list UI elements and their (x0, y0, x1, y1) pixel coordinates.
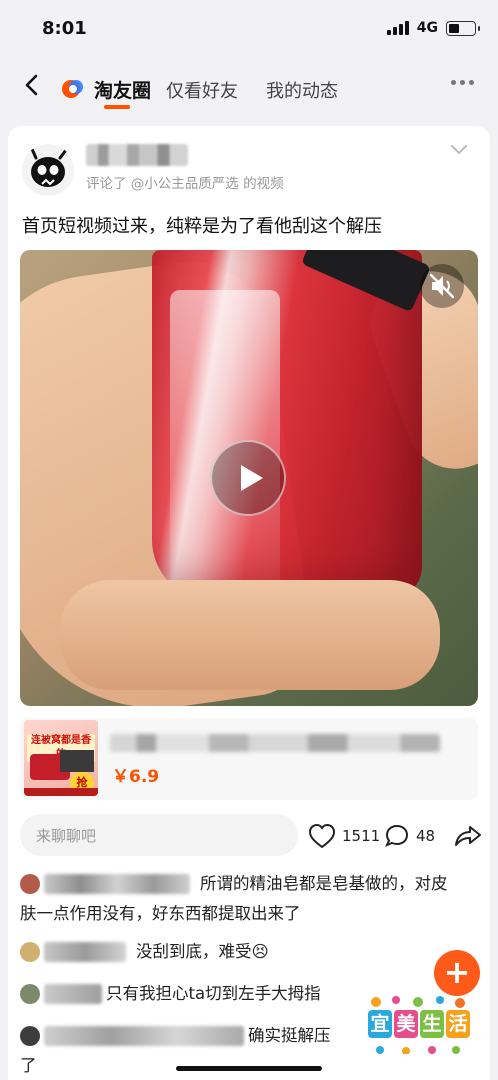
comment-avatar[interactable] (20, 984, 40, 1004)
action-bar: 来聊聊吧 1511 48 (8, 814, 490, 858)
comment-text: 确实挺解压 (248, 1026, 331, 1045)
comment-button[interactable]: 48 (384, 823, 435, 849)
post-card: 评论了 @小公主品质严选 的视频 首页短视频过来，纯粹是为了看他刮这个解压 连被… (8, 126, 490, 1080)
signal-icon (386, 21, 409, 35)
watermark-logo: 宜 美 生 活 (364, 980, 472, 1068)
comment-username-blurred (44, 984, 102, 1004)
status-bar: 8:01 4G (0, 0, 498, 58)
active-tab-indicator (104, 105, 130, 109)
heart-icon (308, 823, 336, 849)
home-indicator (176, 1066, 322, 1071)
comment-text: 没刮到底，难受😣 (136, 942, 269, 961)
tab-friends-only[interactable]: 仅看好友 (166, 77, 238, 103)
comment-username-blurred (44, 874, 190, 894)
chat-input[interactable]: 来聊聊吧 (20, 814, 298, 856)
chevron-down-icon[interactable] (450, 144, 468, 156)
comment-text: 肤一点作用没有，好东西都提取出来了 (20, 904, 301, 923)
comment-text: 了 (20, 1056, 37, 1075)
tab-my-activity[interactable]: 我的动态 (266, 77, 338, 103)
status-time: 8:01 (42, 18, 87, 39)
product-price: ￥6.9 (112, 767, 160, 787)
network-type: 4G (416, 20, 438, 36)
comment-text: 只有我担心ta切到左手大拇指 (106, 984, 321, 1003)
comment-avatar[interactable] (20, 942, 40, 962)
comment-avatar[interactable] (20, 1026, 40, 1046)
like-count: 1511 (342, 827, 381, 845)
comment-avatar[interactable] (20, 874, 40, 894)
comment-icon (385, 824, 409, 847)
like-button[interactable]: 1511 (308, 823, 380, 849)
watermark-char: 美 (394, 1010, 418, 1038)
product-name-blurred (110, 734, 440, 752)
comment-username-blurred (44, 942, 126, 962)
share-icon[interactable] (454, 823, 482, 849)
play-icon[interactable] (210, 440, 286, 516)
tab-taoyouquan[interactable]: 淘友圈 (94, 76, 151, 103)
video-player[interactable] (20, 250, 478, 706)
back-arrow-icon[interactable] (18, 70, 46, 100)
watermark-char: 宜 (368, 1010, 392, 1038)
more-icon[interactable] (451, 80, 474, 85)
post-meta: 评论了 @小公主品质严选 的视频 (86, 176, 284, 192)
product-image: 连被窝都是香的 抢 (24, 720, 98, 796)
comment-count: 48 (416, 827, 436, 845)
top-nav: 淘友圈 仅看好友 我的动态 (0, 60, 498, 116)
mute-icon[interactable] (420, 264, 464, 308)
product-card[interactable]: 连被窝都是香的 抢 ￥6.9 (20, 718, 478, 800)
comment-text: 所谓的精油皂都是皂基做的，对皮 (200, 874, 448, 893)
battery-icon (446, 20, 480, 36)
avatar[interactable] (22, 144, 74, 196)
username-blurred (86, 144, 188, 166)
watermark-char: 生 (420, 1010, 444, 1038)
post-text: 首页短视频过来，纯粹是为了看他刮这个解压 (22, 216, 382, 237)
watermark-char: 活 (446, 1010, 470, 1038)
taoyouquan-logo-icon (62, 80, 83, 98)
comment-username-blurred (44, 1026, 244, 1046)
